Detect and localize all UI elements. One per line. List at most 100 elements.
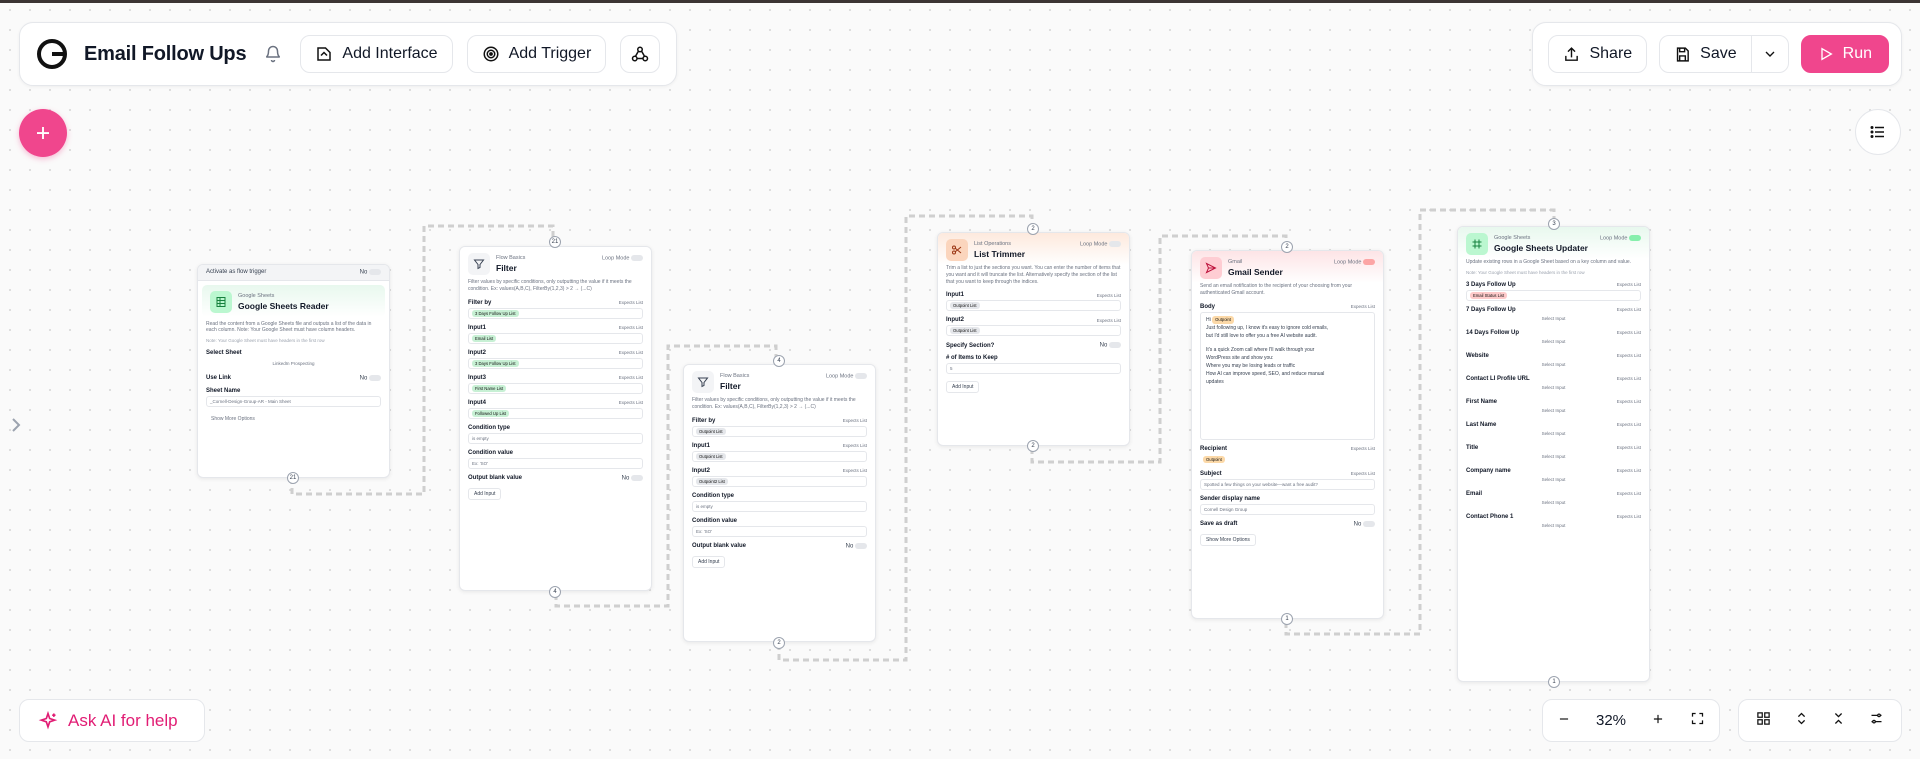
input1-label: Input1 (468, 324, 486, 331)
input2-chip[interactable]: Outpoint2 List (696, 477, 728, 485)
node-description: Trim a list to just the sections you wan… (946, 265, 1121, 285)
grid-view-button[interactable] (1756, 711, 1771, 731)
expects-list: Expects List (1616, 468, 1641, 474)
column-field: Website Expects List Select Input (1458, 350, 1649, 373)
fit-view-button[interactable] (1690, 711, 1705, 730)
add-trigger-button[interactable]: Add Trigger (466, 35, 607, 73)
zoom-in-button[interactable] (1651, 712, 1665, 730)
node-google-sheets-updater[interactable]: Google Sheets Loop Mode Google Sheets Upd… (1457, 226, 1650, 682)
add-input-button[interactable]: Add Input (946, 380, 980, 393)
body-chip[interactable]: Outpoint (1212, 315, 1234, 325)
expects-list: Expects List (842, 418, 867, 423)
chevrons-expand-icon (1797, 712, 1805, 724)
expects-list: Expects List (1616, 330, 1641, 336)
node-category: Google Sheets (238, 292, 275, 299)
loop-mode-toggle[interactable] (631, 254, 643, 261)
node-description: Filter values by specific conditions, on… (692, 397, 856, 410)
select-input-button[interactable]: Select Input (1466, 474, 1641, 485)
add-interface-button[interactable]: Add Interface (300, 35, 453, 73)
filter-by-chip[interactable]: Outpoint List (696, 427, 726, 435)
condition-type-select[interactable]: is empty (692, 500, 867, 512)
subject-input[interactable]: Spotted a few things on your website—wan… (1200, 478, 1375, 490)
condition-type-select[interactable]: is empty (468, 432, 643, 444)
show-more-options[interactable]: Show More Options (1200, 534, 1256, 547)
chevron-right-icon (12, 418, 21, 432)
input2-chip[interactable]: Outpoint List (950, 327, 980, 335)
add-node-button[interactable] (19, 109, 67, 157)
use-link-value: No (359, 375, 368, 382)
column-field: 14 Days Follow Up Expects List Select Inpu… (1458, 327, 1649, 350)
select-input-button[interactable]: Select Input (1466, 359, 1641, 370)
condition-value-input[interactable]: Ex: 'SO' (468, 457, 643, 469)
node-port-badge: 2 (773, 637, 785, 649)
specify-section-toggle[interactable] (1109, 342, 1121, 349)
app-logo[interactable] (34, 36, 70, 72)
node-filter-2[interactable]: Flow Basics Loop Mode Filter Filter value… (683, 364, 876, 642)
output-blank-toggle[interactable] (631, 474, 643, 481)
node-filter-1[interactable]: Flow Basics Loop Mode Filter Filter value… (459, 246, 652, 591)
input3-chip[interactable]: First Name List (472, 384, 507, 392)
select-input-button[interactable]: Select Input (1466, 428, 1641, 439)
input1-chip[interactable]: Email List (472, 334, 497, 342)
flow-title[interactable]: Email Follow Ups (84, 43, 247, 66)
select-sheet-value[interactable]: LinkedIn Prospecting (206, 358, 381, 369)
run-button[interactable]: Run (1800, 35, 1889, 73)
select-input-button[interactable]: Select Input (1466, 313, 1641, 324)
column-label: 14 Days Follow Up (1466, 329, 1520, 336)
select-input-button[interactable]: Select Input (1466, 336, 1641, 347)
alarm-icon[interactable] (260, 41, 286, 67)
select-input-button[interactable]: Select Input (1466, 405, 1641, 416)
webhook-button[interactable] (620, 35, 661, 73)
node-gmail-sender[interactable]: Gmail Loop Mode Gmail Sender Send an emai… (1191, 250, 1384, 619)
collapse-nodes-button[interactable] (1831, 711, 1846, 731)
use-link-toggle[interactable] (369, 375, 381, 382)
expand-nodes-button[interactable] (1794, 711, 1809, 731)
loop-mode-toggle[interactable] (1109, 240, 1121, 247)
node-list-button[interactable] (1855, 109, 1901, 155)
input1-chip[interactable]: Outpoint List (950, 302, 980, 310)
sliders-icon (1871, 713, 1882, 723)
items-keep-input[interactable]: 5 (946, 362, 1121, 374)
column-chip[interactable]: Email Status List (1470, 291, 1508, 299)
show-more-options[interactable]: Show More Options (206, 414, 260, 424)
select-input-button[interactable]: Select Input (1466, 451, 1641, 462)
select-input-button[interactable]: Select Input (1466, 497, 1641, 508)
plus-icon (37, 127, 49, 139)
condition-value-label: Condition value (692, 517, 737, 524)
input1-chip[interactable]: Outpoint List (696, 452, 726, 460)
add-input-button[interactable]: Add Input (692, 556, 726, 569)
settings-button[interactable] (1869, 711, 1884, 731)
flow-trigger-toggle[interactable] (369, 269, 381, 275)
expand-sidebar-button[interactable] (8, 414, 24, 441)
input4-chip[interactable]: Followed Up List (472, 409, 509, 417)
expects-list: Expects List (1350, 471, 1375, 476)
zoom-out-button[interactable] (1557, 712, 1571, 730)
loop-mode-toggle[interactable] (855, 372, 867, 379)
body-editor[interactable]: Hi Outpoint Just following up, I know it… (1200, 311, 1375, 440)
filter-by-label: Filter by (468, 299, 492, 306)
draft-toggle[interactable] (1363, 520, 1375, 527)
select-input-button[interactable]: Select Input (1466, 382, 1641, 393)
input2-chip[interactable]: 3 Days Follow Up List (472, 359, 519, 367)
loop-mode-toggle[interactable] (1363, 258, 1375, 265)
recipient-chip[interactable]: Outpoint (1203, 455, 1225, 463)
ask-ai-button[interactable]: Ask AI for help (19, 699, 205, 742)
add-input-button[interactable]: Add Input (468, 488, 502, 501)
condition-value-input[interactable]: Ex: 'SO' (692, 525, 867, 537)
input2-label: Input2 (692, 467, 710, 474)
select-input-button[interactable]: Select Input (1466, 520, 1641, 531)
output-blank-toggle[interactable] (855, 542, 867, 549)
loop-mode-label: Loop Mode (1599, 235, 1628, 242)
share-button[interactable]: Share (1548, 35, 1648, 73)
save-button[interactable]: Save (1660, 36, 1750, 72)
save-options-dropdown[interactable] (1752, 36, 1788, 72)
sheet-name-select[interactable]: _Cornell-Design-Group-AR - Main Sheet (206, 395, 381, 407)
loop-mode-toggle[interactable] (1629, 234, 1641, 241)
node-google-sheets-reader[interactable]: Activate as flow trigger No Google Sheet… (197, 264, 390, 478)
expects-list: Expects List (1616, 445, 1641, 451)
filter-by-chip[interactable]: 3 Days Follow Up List (472, 309, 519, 317)
share-label: Share (1589, 45, 1633, 62)
sender-input[interactable]: Cornell Design Group (1200, 503, 1375, 515)
node-list-trimmer[interactable]: List Operations Loop Mode List Trimmer Tr… (937, 232, 1130, 446)
sheets-icon (210, 290, 232, 313)
